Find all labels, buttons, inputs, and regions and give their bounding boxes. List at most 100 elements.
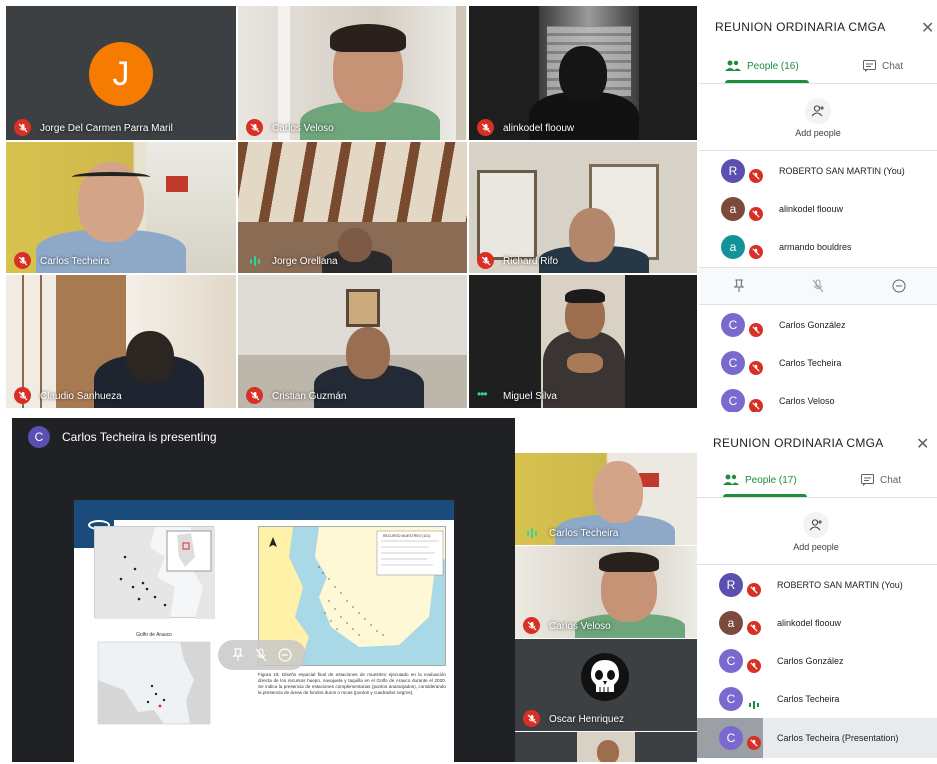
tab-people[interactable]: People (17) — [723, 474, 797, 486]
people-icon — [723, 474, 739, 485]
participant-name: Carlos Techeira (Presentation) — [777, 733, 899, 743]
mic-muted-icon — [523, 710, 540, 727]
participant-row[interactable]: a alinkodel floouw — [697, 604, 937, 642]
chat-icon — [863, 60, 876, 72]
meeting-title: REUNION ORDINARIA CMGA — [715, 20, 886, 34]
add-people-label: Add people — [793, 542, 839, 552]
avatar: C — [719, 726, 743, 750]
avatar: C — [721, 351, 745, 375]
participant-name: Carlos González — [777, 656, 844, 666]
mic-muted-icon — [747, 736, 761, 750]
add-people-label: Add people — [795, 128, 841, 138]
mic-muted-icon — [749, 245, 763, 259]
participant-name: Richard Rifo — [503, 256, 559, 267]
avatar: R — [721, 159, 745, 183]
avatar: C — [28, 426, 50, 448]
close-icon[interactable]: ✕ — [921, 18, 934, 38]
participant-row[interactable]: C Carlos Techeira — [699, 344, 937, 382]
participant-name: ROBERTO SAN MARTIN (You) — [779, 166, 905, 176]
video-tile[interactable]: Carlos Veloso — [515, 546, 697, 638]
people-panel: REUNION ORDINARIA CMGA ✕ People (16) Cha… — [699, 0, 937, 412]
participant-name: alinkodel floouw — [777, 618, 842, 628]
video-tile[interactable]: Carlos Techeira — [6, 142, 236, 273]
people-panel: REUNION ORDINARIA CMGA ✕ People (17) Cha… — [697, 414, 937, 764]
presenter-banner: C Carlos Techeira is presenting — [12, 418, 515, 458]
mic-muted-icon — [749, 399, 763, 412]
participant-name: Carlos Techeira — [40, 256, 110, 267]
participant-row[interactable]: C Carlos Techeira — [697, 680, 937, 718]
mic-muted-icon — [747, 659, 761, 673]
more-options-icon: ••• — [477, 387, 488, 401]
mic-muted-icon — [749, 361, 763, 375]
video-tile[interactable]: Carlos Veloso — [238, 6, 467, 140]
tab-chat[interactable]: Chat — [863, 60, 903, 72]
mic-muted-icon — [14, 252, 31, 269]
pin-icon[interactable] — [733, 279, 745, 293]
participant-row[interactable]: a armando bouldres — [699, 228, 937, 266]
participant-name: Cristian Guzmán — [272, 391, 347, 402]
slide-map-gulf: Golfo de Arauco — [94, 632, 214, 730]
video-tile[interactable]: J Jorge Del Carmen Parra Maril — [6, 6, 236, 140]
shared-slide: Golfo de Arauco RECURSO MUESTREO (101) F… — [74, 500, 454, 762]
chat-icon — [861, 474, 874, 486]
participant-row[interactable]: a alinkodel floouw — [699, 190, 937, 228]
mic-muted-icon — [749, 323, 763, 337]
tab-people-label: People (16) — [747, 60, 799, 72]
mic-muted-icon — [749, 169, 763, 183]
avatar: a — [719, 611, 743, 635]
svg-text:RECURSO MUESTREO (101): RECURSO MUESTREO (101) — [383, 534, 430, 538]
tab-chat-label: Chat — [880, 474, 902, 486]
video-tile[interactable]: Cristian Guzmán — [238, 275, 467, 408]
avatar: C — [719, 687, 743, 711]
slide-map-overview — [94, 526, 215, 619]
video-tile[interactable]: Jorge Orellana — [238, 142, 467, 273]
participant-actions — [699, 268, 937, 304]
participant-row[interactable]: R ROBERTO SAN MARTIN (You) — [699, 152, 937, 190]
mic-muted-icon — [747, 621, 761, 635]
remove-participant-icon[interactable] — [278, 648, 292, 662]
presentation-area: C Carlos Techeira is presenting Golfo de… — [12, 418, 515, 762]
participant-name: Miguel Silva — [503, 391, 557, 402]
participant-name: Carlos Techeira — [779, 358, 842, 368]
mic-active-icon — [246, 255, 263, 267]
video-tile[interactable]: alinkodel floouw — [469, 6, 697, 140]
skull-avatar-icon — [581, 653, 629, 701]
avatar: a — [721, 197, 745, 221]
participant-name: Oscar Henriquez — [549, 714, 625, 725]
floating-controls — [218, 640, 306, 670]
remove-participant-icon[interactable] — [892, 279, 906, 293]
mic-muted-icon — [246, 119, 263, 136]
pin-icon[interactable] — [232, 648, 244, 662]
video-tile[interactable]: Claudio Sanhueza — [6, 275, 236, 408]
participant-name: ROBERTO SAN MARTIN (You) — [777, 580, 903, 590]
mic-muted-icon — [749, 207, 763, 221]
avatar: a — [721, 235, 745, 259]
tab-chat[interactable]: Chat — [861, 474, 901, 486]
participant-name: Claudio Sanhueza — [40, 391, 122, 402]
add-people-button[interactable]: Add people — [781, 512, 851, 552]
video-tile[interactable]: Oscar Henriquez — [515, 639, 697, 731]
slide-caption: Figura 19. Diseño espacial final de esta… — [258, 672, 446, 695]
participant-avatar: J — [89, 42, 153, 106]
avatar: C — [721, 389, 745, 412]
participant-row[interactable]: C Carlos González — [697, 642, 937, 680]
mic-muted-icon — [246, 387, 263, 404]
video-tile[interactable]: Richard Rifo — [469, 142, 697, 273]
mute-participant-icon[interactable] — [255, 648, 267, 662]
participant-row[interactable]: C Carlos Veloso — [699, 382, 937, 412]
participant-row[interactable]: C Carlos Techeira (Presentation) — [697, 718, 937, 758]
participant-row[interactable]: C Carlos González — [699, 306, 937, 344]
participant-row[interactable]: R ROBERTO SAN MARTIN (You) — [697, 566, 937, 604]
participant-name: Jorge Del Carmen Parra Maril — [40, 123, 173, 134]
video-tile[interactable]: Carlos Techeira — [515, 453, 697, 545]
avatar: R — [719, 573, 743, 597]
avatar: C — [721, 313, 745, 337]
close-icon[interactable]: ✕ — [916, 434, 929, 454]
participant-name: armando bouldres — [779, 242, 852, 252]
video-tile[interactable] — [515, 732, 697, 762]
video-tile[interactable]: ••• Miguel Silva — [469, 275, 697, 408]
tab-people[interactable]: People (16) — [725, 60, 799, 72]
mute-participant-icon[interactable] — [812, 279, 824, 293]
mic-muted-icon — [477, 119, 494, 136]
add-people-button[interactable]: Add people — [783, 98, 853, 138]
